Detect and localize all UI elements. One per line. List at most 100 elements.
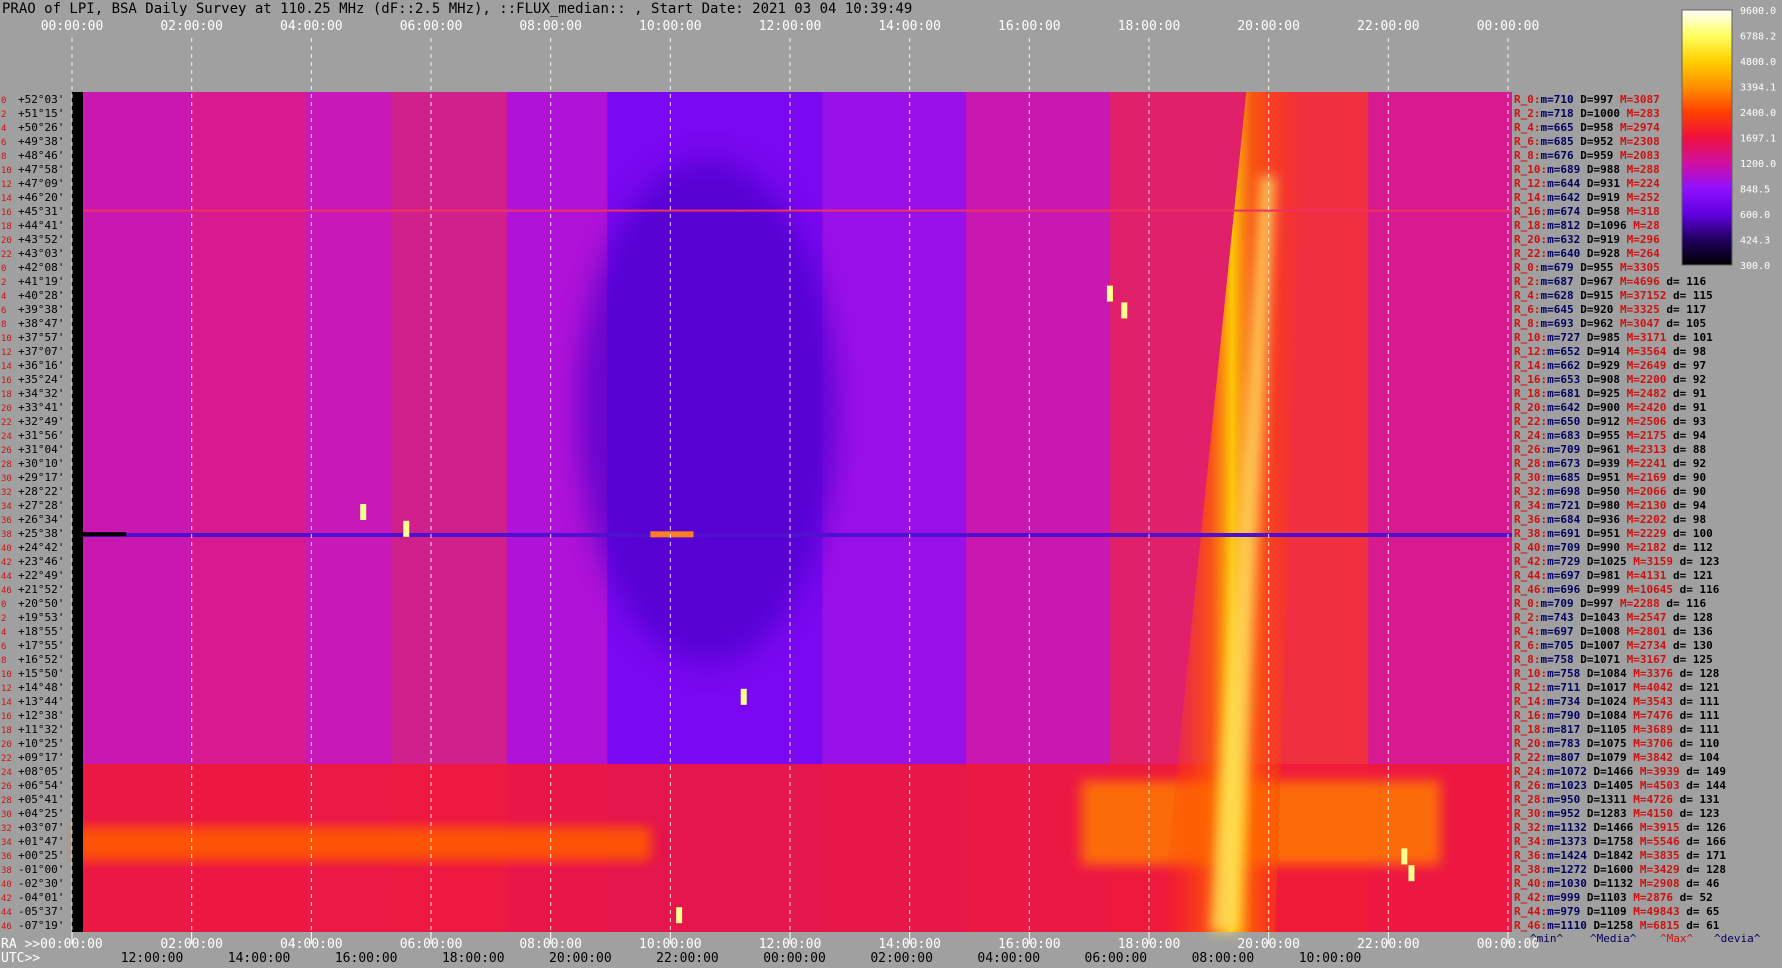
stat-max-key: M= (1627, 723, 1647, 736)
interference-hot-spot (650, 531, 694, 538)
row-number-43: 14 (1, 698, 12, 708)
stat-min-key: m= (1541, 149, 1555, 162)
stat-min: 710 (1554, 93, 1574, 106)
dec-label-58: -05°37' (18, 905, 64, 918)
stat-min-key: m= (1547, 387, 1561, 400)
stat-dev: 126 (1706, 821, 1726, 834)
cold-region (578, 159, 838, 664)
stat-row-id: R_0: (1514, 261, 1541, 274)
point-source-5 (1408, 865, 1415, 882)
dec-label-48: +08°05' (18, 765, 64, 778)
stat-row-id: R_4: (1514, 289, 1541, 302)
dec-label-26: +30°10' (18, 457, 64, 470)
stat-max: 37152 (1633, 289, 1666, 302)
stat-row-id: R_8: (1514, 149, 1541, 162)
dec-label-31: +25°38' (18, 527, 64, 540)
stat-max-key: M= (1620, 653, 1640, 666)
stat-row-52: R_32:m=1132 D=1466 M=3915 d= 126 (1514, 821, 1726, 834)
row-number-31: 38 (1, 530, 12, 540)
stat-row-9: R_18:m=812 D=1096 M=28 (1514, 219, 1660, 232)
stat-media: 1008 (1594, 625, 1621, 638)
stat-max-key: M= (1620, 513, 1640, 526)
bottom-ra-label-10: 20:00:00 (1237, 937, 1300, 952)
stat-media-key: D= (1574, 611, 1594, 624)
dec-label-44: +12°38' (18, 709, 64, 722)
stat-max-key: M= (1620, 429, 1640, 442)
stat-row-id: R_12: (1514, 681, 1547, 694)
stat-media-key: D= (1580, 555, 1600, 568)
stat-dev: 92 (1693, 457, 1706, 470)
stat-media-key: D= (1580, 751, 1600, 764)
dec-label-41: +15°50' (18, 667, 64, 680)
row-number-22: 20 (1, 404, 12, 414)
bottom-ra-label-11: 22:00:00 (1357, 937, 1420, 952)
stat-max-key: M= (1620, 499, 1640, 512)
stat-dev: 94 (1693, 499, 1707, 512)
colorbar-tick-0: 9600.0 (1740, 6, 1776, 17)
stat-dev: 98 (1693, 513, 1706, 526)
dec-label-3: +49°38' (18, 135, 64, 148)
top-time-label-1: 02:00:00 (160, 19, 223, 34)
footer-key-3: ^devia^ (1714, 932, 1761, 945)
stat-max: 2308 (1633, 135, 1660, 148)
stat-min-key: m= (1547, 205, 1561, 218)
stat-row-id: R_0: (1514, 597, 1541, 610)
row-number-18: 12 (1, 348, 12, 358)
stat-row-id: R_12: (1514, 177, 1547, 190)
stat-min: 685 (1560, 471, 1580, 484)
bottom-utc-label-0: UTC>> (1, 951, 40, 966)
stat-media-key: D= (1580, 471, 1600, 484)
stat-row-id: R_42: (1514, 555, 1547, 568)
stat-min: 1272 (1560, 863, 1587, 876)
stat-row-43: R_14:m=734 D=1024 M=3543 d= 111 (1514, 695, 1720, 708)
stat-max-key: M= (1613, 597, 1633, 610)
stat-media-key: D= (1574, 625, 1594, 638)
row-number-26: 28 (1, 460, 12, 470)
stat-media: 1017 (1600, 681, 1627, 694)
footer-key-1: ^Media^ (1590, 932, 1637, 945)
stat-max: 2202 (1640, 513, 1667, 526)
stat-row-29: R_34:m=721 D=980 M=2130 d= 94 (1514, 499, 1706, 512)
bottom-utc-label-1: 12:00:00 (121, 951, 184, 966)
stat-dev: 125 (1693, 653, 1713, 666)
dec-label-1: +51°15' (18, 107, 64, 120)
stat-min-key: m= (1541, 597, 1555, 610)
stat-max: 2182 (1640, 541, 1667, 554)
dec-label-46: +10°25' (18, 737, 64, 750)
stat-row-id: R_32: (1514, 821, 1547, 834)
stat-row-14: R_4:m=628 D=915 M=37152 d= 115 (1514, 289, 1713, 302)
stat-min: 758 (1560, 667, 1580, 680)
top-time-label-9: 18:00:00 (1118, 19, 1181, 34)
stat-row-37: R_2:m=743 D=1043 M=2547 d= 128 (1514, 611, 1713, 624)
stat-min: 653 (1560, 373, 1580, 386)
stat-row-41: R_10:m=758 D=1084 M=3376 d= 128 (1514, 667, 1719, 680)
stat-media: 914 (1600, 345, 1620, 358)
stat-media-key: D= (1587, 835, 1607, 848)
stat-min-key: m= (1541, 93, 1555, 106)
row-number-30: 36 (1, 516, 12, 526)
stat-min: 689 (1560, 163, 1580, 176)
stat-dev: 115 (1693, 289, 1713, 302)
stat-media: 1096 (1600, 219, 1627, 232)
stat-media: 985 (1600, 331, 1620, 344)
row-number-12: 0 (1, 264, 6, 274)
left-black-strip (72, 92, 83, 932)
row-number-8: 16 (1, 208, 12, 218)
stat-row-1: R_2:m=718 D=1000 M=283 (1514, 107, 1660, 120)
stat-media: 1842 (1607, 849, 1634, 862)
stat-row-35: R_46:m=696 D=999 M=10645 d= 116 (1514, 583, 1720, 596)
row-number-47: 22 (1, 754, 12, 764)
stat-min-key: m= (1547, 457, 1561, 470)
stat-min: 691 (1560, 527, 1580, 540)
stat-min-key: m= (1547, 191, 1561, 204)
stat-media: 990 (1600, 541, 1620, 554)
stat-row-id: R_16: (1514, 205, 1547, 218)
point-source-6 (676, 907, 683, 924)
dec-label-30: +26°34' (18, 513, 64, 526)
colorbar-rect (1681, 9, 1733, 266)
stat-min: 718 (1554, 107, 1574, 120)
stat-media-key: D= (1580, 163, 1600, 176)
stat-dev-key: d= (1680, 919, 1707, 932)
survey-page: PRAO of LPI, BSA Daily Survey at 110.25 … (0, 0, 1782, 968)
stat-row-id: R_10: (1514, 667, 1547, 680)
